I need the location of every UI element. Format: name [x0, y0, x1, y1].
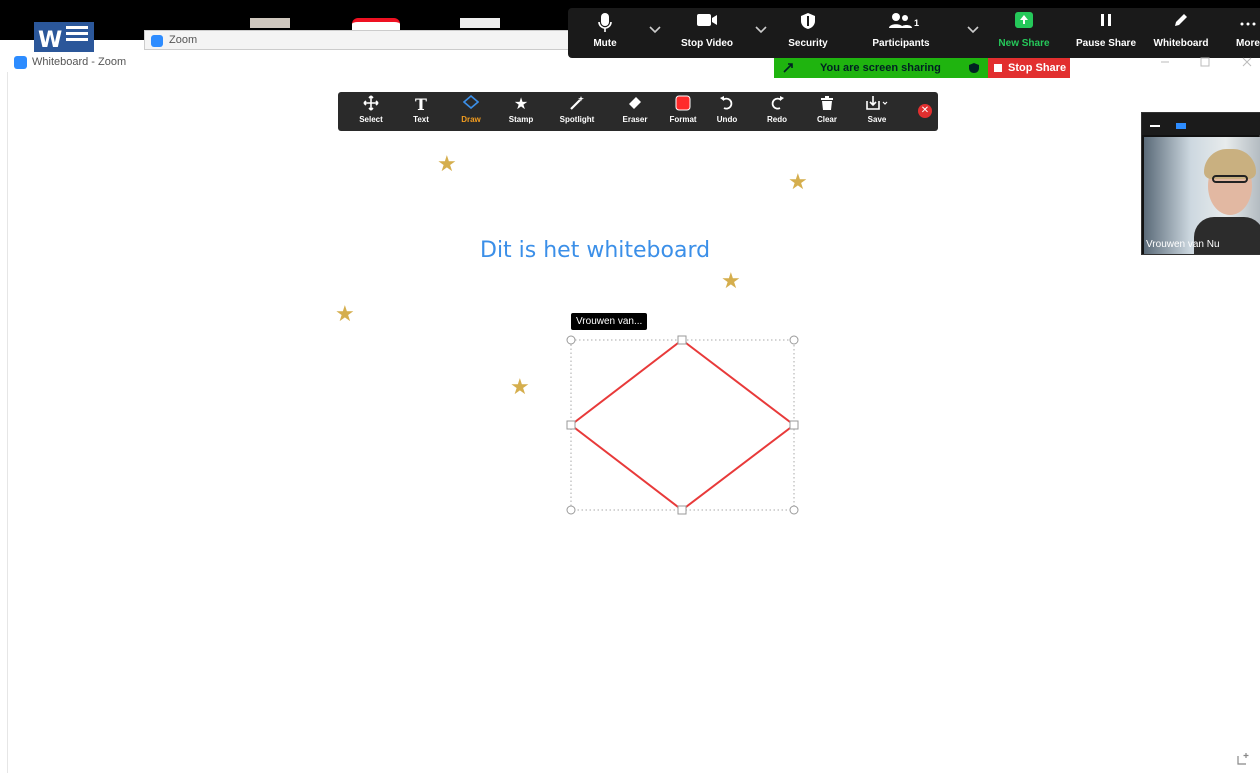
chevron-down-icon[interactable] [754, 22, 768, 36]
tool-draw[interactable]: Draw [446, 94, 496, 129]
tool-select[interactable]: Select [346, 95, 396, 129]
shield-icon [780, 12, 836, 38]
star-stamp[interactable]: ★ [335, 303, 357, 325]
resize-handle[interactable] [566, 505, 576, 515]
eraser-icon [610, 95, 660, 115]
tool-clear[interactable]: Clear [802, 95, 852, 129]
participants-icon: 1 [866, 12, 936, 38]
tool-spotlight[interactable]: Spotlight [552, 95, 602, 129]
window-border [7, 72, 8, 773]
video-thumbnail-bar [1142, 113, 1260, 135]
mute-button[interactable]: Mute [578, 12, 632, 56]
shield-icon[interactable] [968, 62, 980, 74]
participant-name: Vrouwen van Nu [1146, 239, 1220, 250]
save-download-icon [852, 95, 902, 115]
pencil-icon [1150, 12, 1212, 38]
stop-share-button[interactable]: Stop Share [988, 58, 1070, 78]
star-stamp[interactable]: ★ [788, 171, 810, 193]
close-icon[interactable] [1242, 57, 1252, 67]
magic-wand-icon [552, 95, 602, 115]
resize-handle[interactable] [677, 335, 687, 345]
star-stamp[interactable]: ★ [510, 376, 532, 398]
tool-redo[interactable]: Redo [752, 95, 802, 129]
security-button[interactable]: Security [780, 12, 836, 56]
tool-stamp[interactable]: ★ Stamp [496, 95, 546, 129]
selection-box [570, 339, 795, 511]
stop-icon [994, 64, 1002, 72]
resize-handle[interactable] [677, 505, 687, 515]
zoom-tab-label: Zoom [169, 34, 198, 46]
zoom-app-icon [151, 35, 163, 47]
tool-undo[interactable]: Undo [702, 95, 752, 129]
whiteboard-toolbar: Select T Text Draw ★ Stamp Spotlight Era… [338, 92, 938, 131]
sharing-banner-text: You are screen sharing [820, 62, 941, 74]
tool-text[interactable]: T Text [396, 95, 446, 129]
word-app-icon[interactable]: W [34, 22, 94, 53]
chevron-down-icon[interactable] [966, 22, 980, 36]
resize-corner-icon[interactable] [1236, 752, 1250, 769]
new-share-button[interactable]: New Share [994, 12, 1054, 56]
resize-handle[interactable] [789, 335, 799, 345]
video-thumbnail[interactable]: Vrouwen van Nu [1141, 112, 1260, 255]
maximize-icon[interactable] [1200, 57, 1210, 67]
ellipsis-icon [1228, 12, 1260, 38]
zoom-app-icon [14, 56, 27, 69]
draw-diamond-icon [446, 94, 496, 115]
diamond-outline[interactable] [569, 338, 796, 512]
participant-video [1144, 137, 1260, 254]
tool-eraser[interactable]: Eraser [610, 95, 660, 129]
screen-sharing-banner: You are screen sharing [774, 58, 988, 78]
resize-handle[interactable] [566, 420, 576, 430]
stop-video-button[interactable]: Stop Video [672, 12, 742, 56]
color-swatch-icon [658, 95, 708, 115]
redo-icon [752, 95, 802, 115]
share-arrow-icon [994, 12, 1054, 38]
selected-diamond-shape[interactable] [566, 334, 800, 516]
move-arrows-icon [346, 95, 396, 115]
tool-format[interactable]: Format [658, 95, 708, 129]
meeting-controls: Mute Stop Video Security 1 Participants [568, 8, 1260, 58]
chevron-down-icon[interactable] [648, 22, 662, 36]
trash-icon [802, 95, 852, 115]
minimize-icon[interactable] [1150, 125, 1160, 127]
annotator-tooltip: Vrouwen van... [571, 313, 648, 330]
star-icon: ★ [513, 96, 529, 113]
resize-handle[interactable] [789, 505, 799, 515]
window-controls [1160, 55, 1260, 69]
video-camera-icon [672, 12, 742, 38]
close-icon: ✕ [920, 105, 930, 116]
star-stamp[interactable]: ★ [721, 270, 743, 292]
participants-button[interactable]: 1 Participants [866, 12, 936, 56]
whiteboard-button[interactable]: Whiteboard [1150, 12, 1212, 56]
participants-count: 1 [914, 18, 920, 28]
close-toolbar-button[interactable]: ✕ [918, 104, 932, 118]
zoom-window-tab[interactable]: Zoom [144, 30, 574, 50]
taskbar-thumbnail[interactable] [460, 18, 500, 28]
minimize-icon[interactable] [1160, 57, 1170, 67]
window-title: Whiteboard - Zoom [32, 56, 127, 68]
taskbar-thumbnail[interactable] [250, 18, 290, 28]
video-view-icon[interactable] [1176, 123, 1186, 129]
zoom-screen: W Zoom Mute Stop Video Security 1 Partic… [0, 0, 1260, 773]
pause-share-button[interactable]: Pause Share [1068, 12, 1144, 56]
more-button[interactable]: More [1228, 12, 1260, 56]
resize-handle[interactable] [789, 420, 799, 430]
whiteboard-text[interactable]: Dit is het whiteboard [480, 238, 710, 263]
pause-icon [1068, 12, 1144, 38]
microphone-icon [578, 12, 632, 38]
text-t-icon: T [415, 95, 427, 114]
tool-save[interactable]: Save [852, 95, 902, 129]
undo-icon [702, 95, 752, 115]
star-stamp[interactable]: ★ [437, 153, 459, 175]
share-status-icon [783, 63, 793, 73]
resize-handle[interactable] [566, 335, 576, 345]
